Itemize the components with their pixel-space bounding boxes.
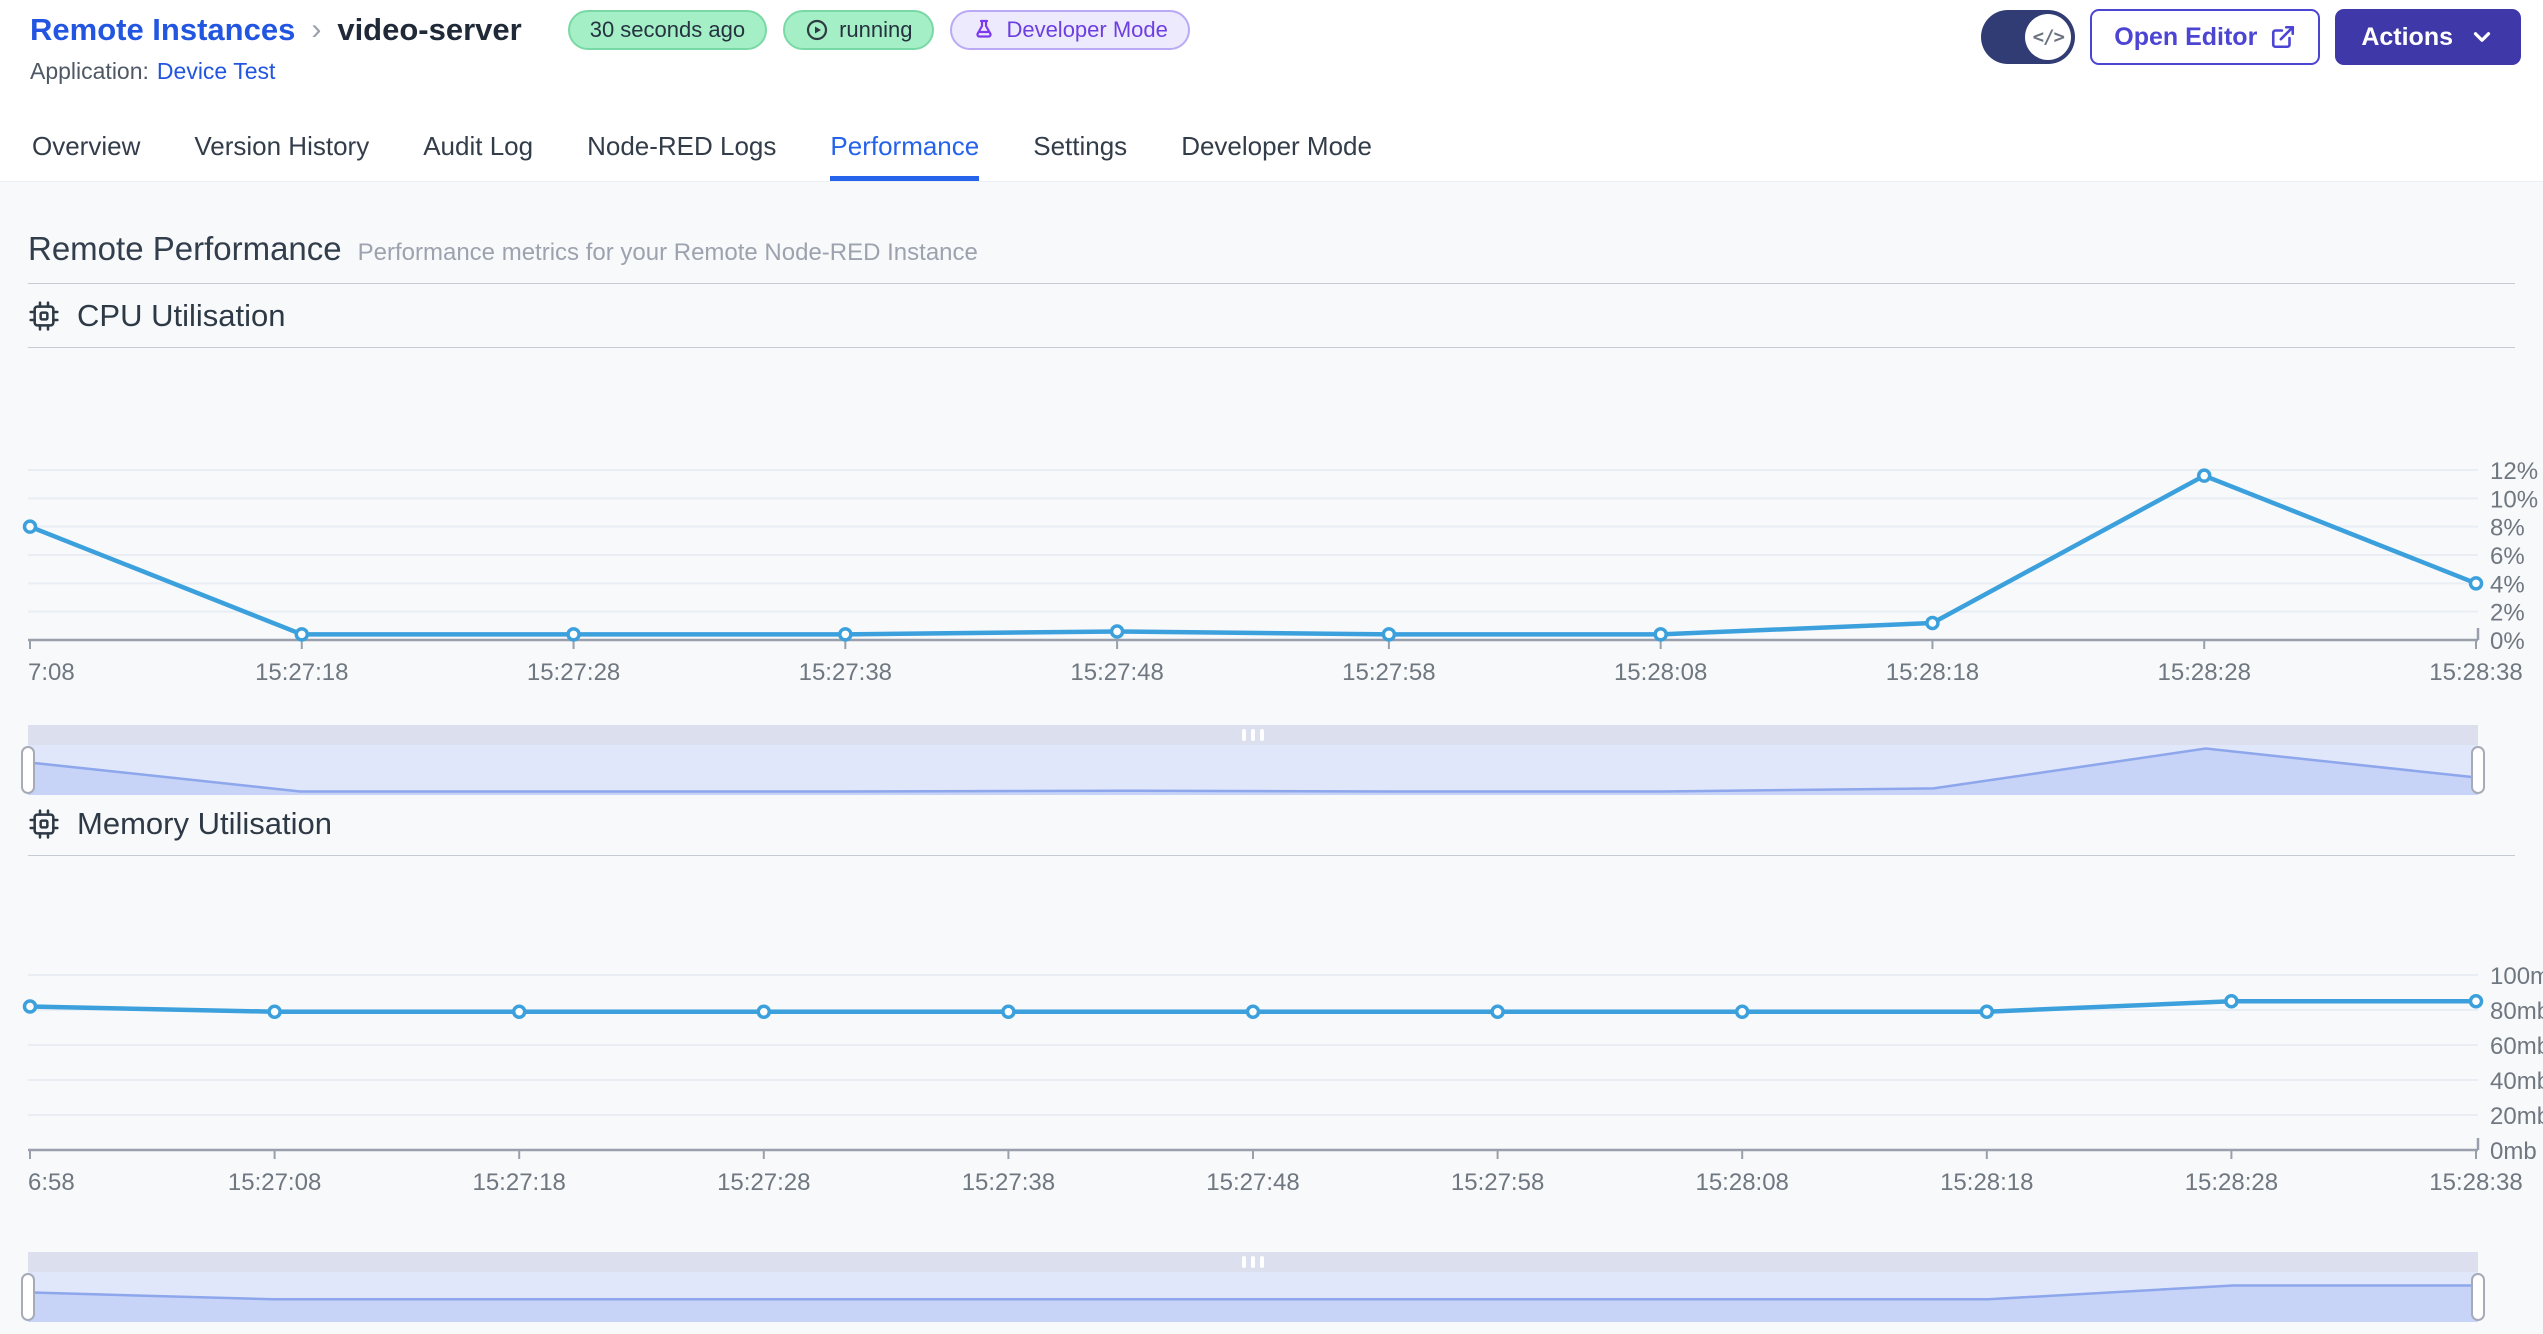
svg-text:15:27:38: 15:27:38 <box>962 1169 1055 1196</box>
developer-mode-label: Developer Mode <box>1006 17 1168 42</box>
developer-mode-badge: Developer Mode <box>950 10 1190 50</box>
cpu-zoom-right-handle[interactable] <box>2471 746 2485 794</box>
tab-version-history[interactable]: Version History <box>194 112 369 181</box>
page-subtitle: Performance metrics for your Remote Node… <box>357 239 978 266</box>
memory-zoom-move-handle[interactable] <box>28 1252 2478 1272</box>
open-editor-label: Open Editor <box>2114 22 2258 51</box>
instance-name: video-server <box>337 12 522 47</box>
tab-developer-mode[interactable]: Developer Mode <box>1181 112 1372 181</box>
svg-text:60mb: 60mb <box>2490 1033 2543 1060</box>
memory-chart-zoom-slider <box>21 1252 2485 1322</box>
instance-tabs: Overview Version History Audit Log Node-… <box>0 112 2543 182</box>
svg-text:15:27:58: 15:27:58 <box>1342 659 1435 686</box>
svg-text:4%: 4% <box>2490 571 2525 598</box>
play-circle-icon <box>806 19 828 41</box>
breadcrumb: Remote Instances › video-server 30 secon… <box>30 10 1190 50</box>
divider <box>28 283 2515 284</box>
actions-label: Actions <box>2361 22 2453 51</box>
cpu-zoom-move-handle[interactable] <box>28 725 2478 745</box>
divider <box>28 347 2515 348</box>
svg-text:15:27:48: 15:27:48 <box>1206 1169 1299 1196</box>
svg-text:100mb: 100mb <box>2490 963 2543 990</box>
external-link-icon <box>2272 25 2295 49</box>
svg-text:0%: 0% <box>2490 628 2525 655</box>
chevron-down-icon <box>2473 32 2491 42</box>
memory-chip-icon <box>29 809 59 839</box>
svg-text:15:27:58: 15:27:58 <box>1451 1169 1544 1196</box>
open-editor-button[interactable]: Open Editor <box>2090 9 2321 65</box>
svg-text:7:08: 7:08 <box>28 659 75 686</box>
application-row: Application: Device Test <box>30 58 275 85</box>
svg-text:0mb: 0mb <box>2490 1138 2537 1165</box>
svg-text:20mb: 20mb <box>2490 1103 2543 1130</box>
svg-text:80mb: 80mb <box>2490 998 2543 1025</box>
svg-text:15:28:18: 15:28:18 <box>1940 1169 2033 1196</box>
svg-text:40mb: 40mb <box>2490 1068 2543 1095</box>
last-seen-badge: 30 seconds ago <box>567 10 768 50</box>
svg-text:15:28:38: 15:28:38 <box>2429 659 2522 686</box>
header-controls: </> Open Editor Actions <box>1981 9 2521 65</box>
cpu-zoom-track[interactable] <box>28 745 2478 795</box>
breadcrumb-remote-instances-link[interactable]: Remote Instances <box>30 12 295 48</box>
memory-zoom-preview <box>28 1284 2478 1322</box>
svg-text:15:27:08: 15:27:08 <box>228 1169 321 1196</box>
svg-text:8%: 8% <box>2490 515 2525 542</box>
svg-text:15:27:18: 15:27:18 <box>472 1169 565 1196</box>
svg-text:15:28:08: 15:28:08 <box>1614 659 1707 686</box>
running-label: running <box>839 17 913 42</box>
running-status-badge: running <box>783 10 935 50</box>
application-link[interactable]: Device Test <box>157 58 275 84</box>
memory-utilisation-chart: 0mb 20mb 40mb 60mb 80mb 100mb 6:58 15:27:08 15:2… <box>22 963 2543 1196</box>
svg-text:6%: 6% <box>2490 543 2525 570</box>
svg-text:6:58: 6:58 <box>28 1169 75 1196</box>
cpu-zoom-left-handle[interactable] <box>21 746 35 794</box>
svg-text:15:28:18: 15:28:18 <box>1886 659 1979 686</box>
memory-section-header: Memory Utilisation <box>28 806 332 842</box>
tab-performance[interactable]: Performance <box>830 112 979 181</box>
memory-zoom-track[interactable] <box>28 1272 2478 1322</box>
svg-text:15:27:38: 15:27:38 <box>799 659 892 686</box>
tab-settings[interactable]: Settings <box>1033 112 1127 181</box>
cpu-section-title: CPU Utilisation <box>77 298 286 333</box>
svg-text:15:28:38: 15:28:38 <box>2429 1169 2522 1196</box>
svg-text:15:27:28: 15:27:28 <box>527 659 620 686</box>
svg-text:2%: 2% <box>2490 600 2525 627</box>
performance-panel: Remote Performance Performance metrics f… <box>0 182 2543 1334</box>
svg-text:15:28:08: 15:28:08 <box>1695 1169 1788 1196</box>
breadcrumb-separator: › <box>311 13 322 46</box>
svg-text:15:27:18: 15:27:18 <box>255 659 348 686</box>
svg-text:12%: 12% <box>2490 458 2538 485</box>
application-label: Application: <box>30 58 149 84</box>
actions-button[interactable]: Actions <box>2335 9 2521 65</box>
svg-text:15:28:28: 15:28:28 <box>2158 659 2251 686</box>
memory-zoom-left-handle[interactable] <box>21 1273 35 1321</box>
instance-performance-page: Remote Instances › video-server 30 secon… <box>0 0 2543 1334</box>
last-seen-label: 30 seconds ago <box>589 17 746 42</box>
page-title: Remote Performance <box>28 230 342 267</box>
svg-text:15:28:28: 15:28:28 <box>2185 1169 2278 1196</box>
tab-audit-log[interactable]: Audit Log <box>423 112 533 181</box>
svg-text:10%: 10% <box>2490 486 2538 513</box>
svg-text:15:27:28: 15:27:28 <box>717 1169 810 1196</box>
svg-text:15:27:48: 15:27:48 <box>1070 659 1163 686</box>
status-badges: 30 seconds ago running Developer Mode <box>567 10 1190 50</box>
cpu-utilisation-chart: 0%2%4%6%8%10%12% 7:08 15:27:18 15:27:28 15:2… <box>22 458 2538 686</box>
code-icon: </> <box>2025 14 2072 60</box>
developer-mode-toggle[interactable]: </> <box>1981 10 2076 64</box>
tab-overview[interactable]: Overview <box>32 112 140 181</box>
divider <box>28 855 2515 856</box>
cpu-chart-zoom-slider <box>21 725 2485 795</box>
memory-zoom-right-handle[interactable] <box>2471 1273 2485 1321</box>
tab-node-red-logs[interactable]: Node-RED Logs <box>587 112 776 181</box>
cpu-section-header: CPU Utilisation <box>28 298 285 334</box>
cpu-chip-icon <box>29 301 59 331</box>
flask-icon <box>976 19 993 38</box>
cpu-zoom-preview <box>28 747 2478 795</box>
memory-section-title: Memory Utilisation <box>77 806 332 841</box>
